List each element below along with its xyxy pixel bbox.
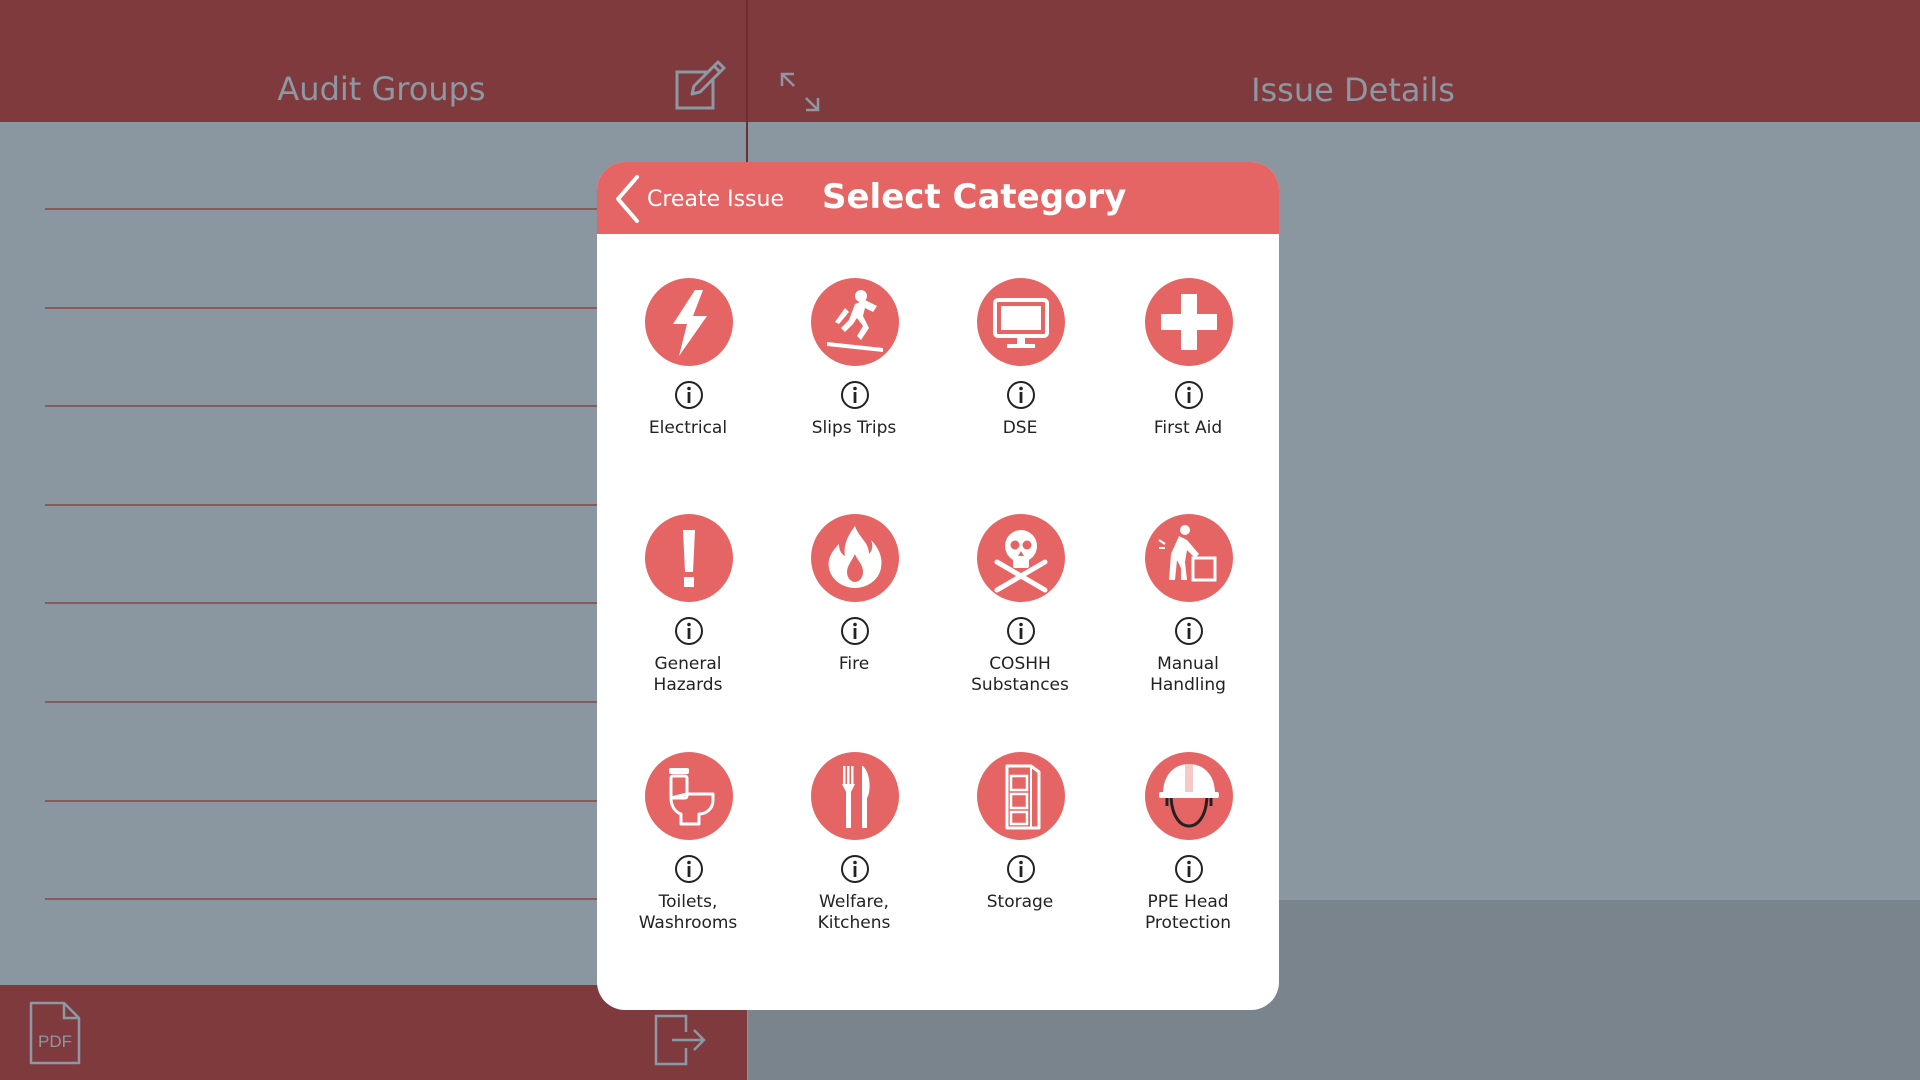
category-icon-button[interactable] — [977, 278, 1065, 366]
category-grid: Electrical Slips Trips DSE First Aid Gen… — [597, 234, 1279, 1010]
category-dse[interactable]: DSE — [937, 278, 1103, 498]
category-icon-button[interactable] — [645, 752, 733, 840]
info-icon[interactable] — [1006, 380, 1036, 410]
select-category-modal: Create Issue Select Category Electrical — [597, 162, 1279, 1010]
modal-title: Select Category — [822, 177, 1127, 217]
edit-icon — [675, 60, 726, 110]
filing-cabinet-icon — [1005, 764, 1041, 830]
category-manual-handling[interactable]: Manual Handling — [1105, 514, 1271, 734]
category-icon-button[interactable] — [645, 278, 733, 366]
expand-icon — [780, 72, 820, 112]
pdf-label: PDF — [38, 1032, 72, 1051]
category-icon-button[interactable] — [811, 752, 899, 840]
pdf-button[interactable]: PDF — [28, 1000, 82, 1066]
info-icon[interactable] — [674, 616, 704, 646]
info-icon[interactable] — [674, 854, 704, 884]
pdf-document-icon: PDF — [29, 1001, 81, 1065]
export-icon — [654, 1014, 706, 1066]
edit-button[interactable] — [674, 58, 728, 112]
category-label: PPE Head Protection — [1144, 892, 1231, 933]
back-button-label: Create Issue — [647, 186, 784, 212]
category-label: Storage — [986, 892, 1054, 912]
lifting-box-icon — [1158, 525, 1217, 582]
category-storage[interactable]: Storage — [937, 752, 1103, 972]
category-first-aid[interactable]: First Aid — [1105, 278, 1271, 498]
category-icon-button[interactable] — [1145, 514, 1233, 602]
info-icon[interactable] — [840, 616, 870, 646]
category-electrical[interactable]: Electrical — [605, 278, 771, 498]
category-slips-trips[interactable]: Slips Trips — [771, 278, 937, 498]
first-aid-cross-icon — [1161, 294, 1217, 350]
category-welfare-kitchens[interactable]: Welfare, Kitchens — [771, 752, 937, 972]
info-icon[interactable] — [840, 380, 870, 410]
fork-knife-icon — [842, 766, 870, 828]
flame-icon — [828, 526, 882, 588]
category-label: Fire — [838, 654, 870, 674]
category-icon-button[interactable] — [645, 514, 733, 602]
category-icon-button[interactable] — [811, 278, 899, 366]
info-icon[interactable] — [1006, 854, 1036, 884]
skull-crossbones-icon — [994, 530, 1048, 593]
category-label: Toilets, Washrooms — [638, 892, 738, 933]
category-icon-button[interactable] — [1145, 278, 1233, 366]
category-icon-button[interactable] — [977, 514, 1065, 602]
info-icon[interactable] — [674, 380, 704, 410]
issue-details-title: Issue Details — [1251, 71, 1455, 109]
category-label: Welfare, Kitchens — [817, 892, 891, 933]
toilet-icon — [669, 768, 715, 826]
chevron-left-icon — [616, 175, 639, 223]
category-label: Manual Handling — [1150, 654, 1226, 695]
category-toilets-washrooms[interactable]: Toilets, Washrooms — [605, 752, 771, 972]
category-ppe-head-protection[interactable]: PPE Head Protection — [1105, 752, 1271, 972]
slipping-person-icon — [827, 290, 883, 352]
monitor-icon — [993, 298, 1049, 348]
category-icon-button[interactable] — [977, 752, 1065, 840]
category-label: Electrical — [648, 418, 728, 438]
back-button[interactable]: Create Issue — [613, 174, 784, 224]
exclamation-icon — [683, 530, 695, 587]
lightning-bolt-icon — [673, 290, 707, 356]
category-label: DSE — [1002, 418, 1038, 438]
info-icon[interactable] — [840, 854, 870, 884]
info-icon[interactable] — [1006, 616, 1036, 646]
category-fire[interactable]: Fire — [771, 514, 937, 734]
category-label: First Aid — [1153, 418, 1223, 438]
modal-header: Create Issue Select Category — [597, 162, 1279, 234]
category-label: Slips Trips — [811, 418, 897, 438]
info-icon[interactable] — [1174, 616, 1204, 646]
info-icon[interactable] — [1174, 380, 1204, 410]
export-button[interactable] — [652, 1012, 708, 1068]
category-icon-button[interactable] — [811, 514, 899, 602]
category-icon-button[interactable] — [1145, 752, 1233, 840]
hard-hat-icon — [1159, 762, 1219, 828]
category-coshh-substances[interactable]: COSHH Substances — [937, 514, 1103, 734]
expand-button[interactable] — [778, 70, 822, 114]
info-icon[interactable] — [1174, 854, 1204, 884]
category-label: General Hazards — [653, 654, 723, 695]
audit-groups-title: Audit Groups — [277, 70, 486, 108]
category-label: COSHH Substances — [971, 654, 1069, 695]
category-general-hazards[interactable]: General Hazards — [605, 514, 771, 734]
